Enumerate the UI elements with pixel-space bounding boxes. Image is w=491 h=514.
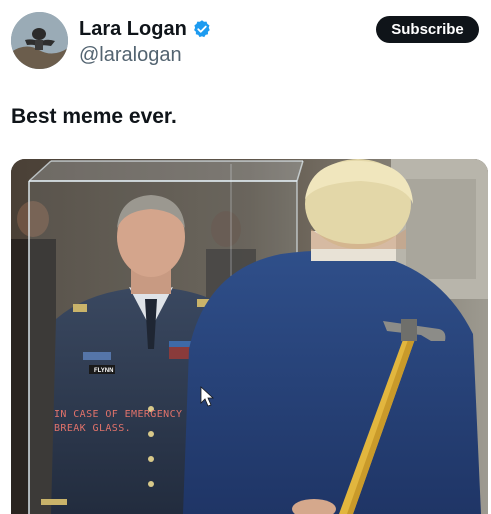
verified-badge-icon[interactable] bbox=[192, 19, 212, 39]
post-media-image[interactable]: FLYNN IN CASE OF EMERGENCY BREAK GLASS. bbox=[11, 159, 488, 514]
post-text: Best meme ever. bbox=[11, 105, 177, 128]
author-display-name[interactable]: Lara Logan bbox=[79, 17, 187, 41]
subscribe-button[interactable]: Subscribe bbox=[376, 16, 479, 43]
meme-image: FLYNN IN CASE OF EMERGENCY BREAK GLASS. bbox=[11, 159, 488, 514]
author-handle[interactable]: @laralogan bbox=[79, 43, 182, 67]
author-name-row: Lara Logan bbox=[79, 17, 212, 41]
avatar[interactable] bbox=[11, 12, 68, 69]
name-tag-text: FLYNN bbox=[94, 368, 113, 374]
caption-line-2: BREAK GLASS. bbox=[54, 423, 131, 434]
post-header: Lara Logan @laralogan Subscribe bbox=[0, 0, 491, 80]
avatar-image bbox=[11, 12, 68, 69]
caption-line-1: IN CASE OF EMERGENCY bbox=[54, 409, 182, 420]
